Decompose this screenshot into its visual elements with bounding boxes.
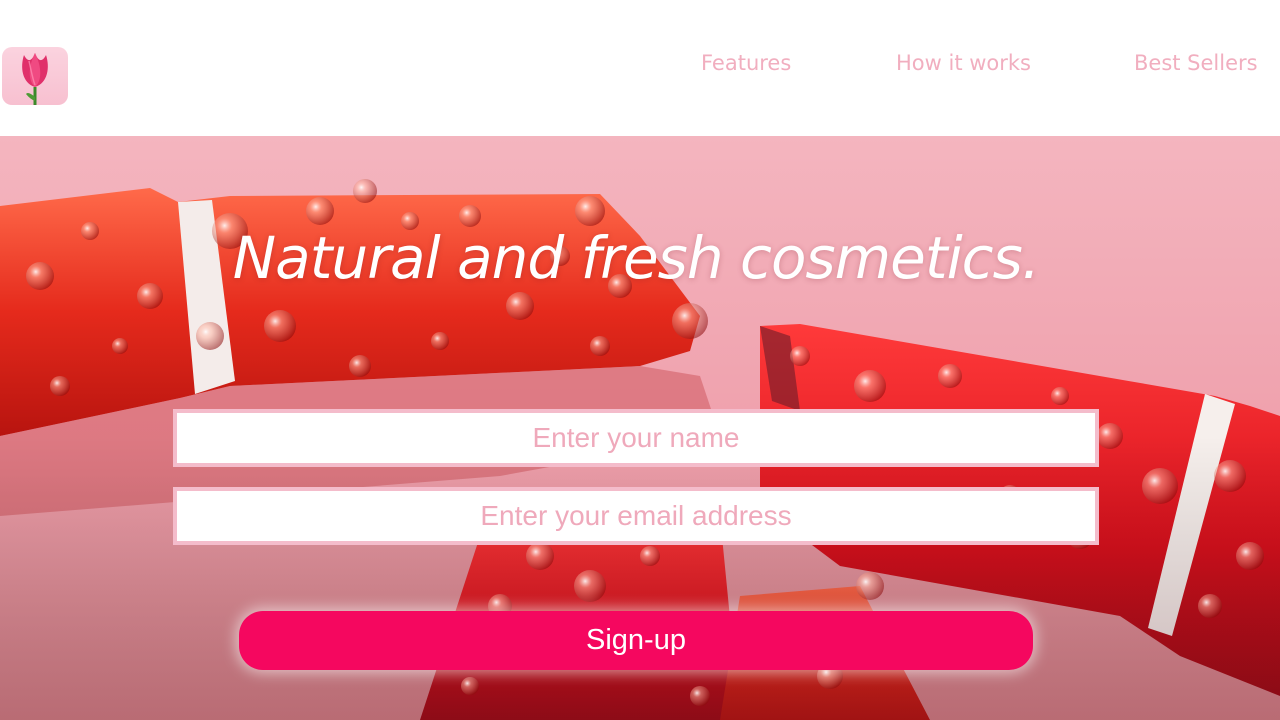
nav-link-best-sellers[interactable]: Best Sellers	[1134, 51, 1258, 75]
nav-link-features[interactable]: Features	[701, 51, 791, 75]
brand-logo[interactable]	[2, 47, 68, 105]
tulip-icon	[22, 53, 48, 105]
name-input[interactable]	[173, 409, 1099, 467]
hero-headline: Natural and fresh cosmetics.	[232, 224, 1040, 292]
site-header: Features How it works Best Sellers	[0, 0, 1280, 136]
nav-link-how-it-works[interactable]: How it works	[896, 51, 1031, 75]
signup-button[interactable]: Sign-up	[239, 611, 1033, 670]
hero-section: Natural and fresh cosmetics. Sign-up	[0, 136, 1280, 720]
email-input[interactable]	[173, 487, 1099, 545]
